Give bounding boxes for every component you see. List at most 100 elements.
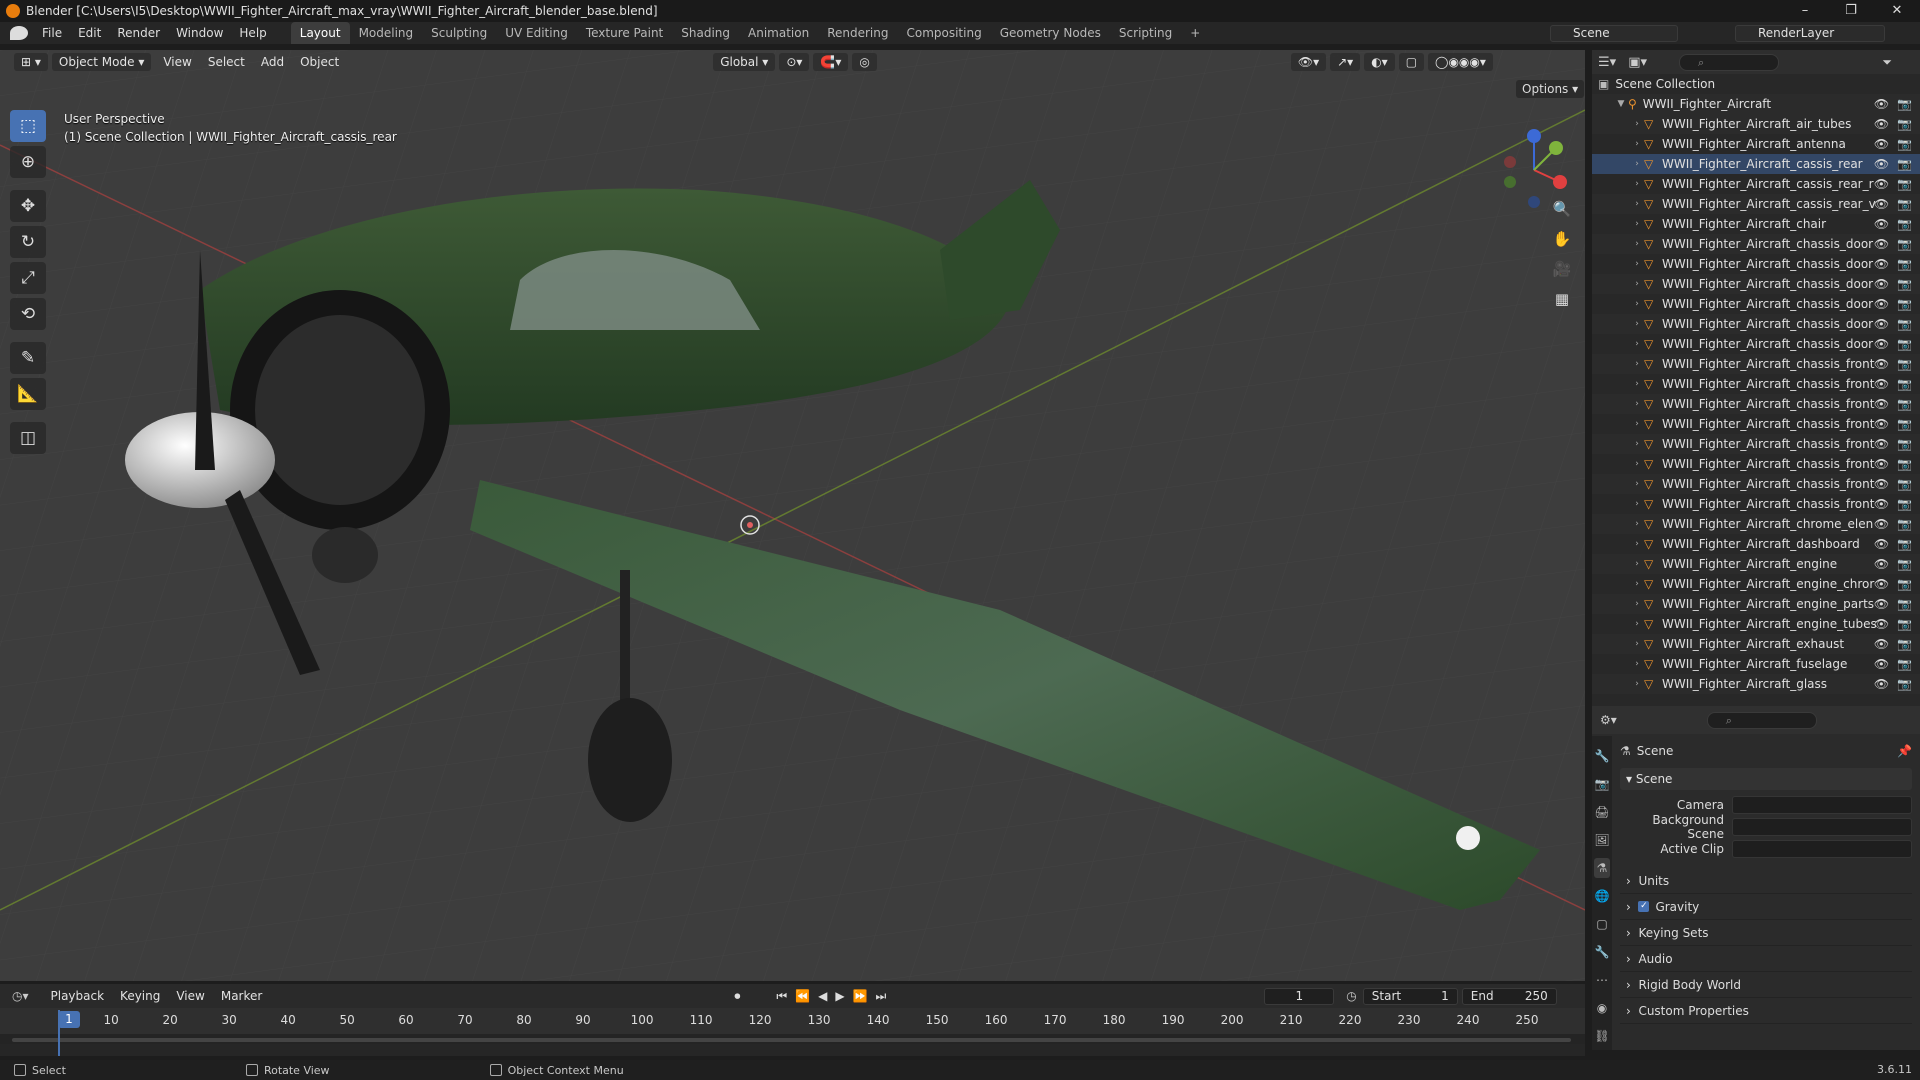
outliner-item[interactable]: › ▽ WWII_Fighter_Aircraft_cassis_rear_r 👁 📷 (1592, 174, 1920, 194)
expand-arrow-icon[interactable]: › (1630, 679, 1644, 689)
expand-arrow-icon[interactable]: › (1630, 559, 1644, 569)
eye-icon[interactable]: 👁 (1874, 297, 1889, 311)
eye-icon[interactable]: 👁 (1874, 437, 1889, 451)
output-tab-icon[interactable]: 🖨 (1594, 802, 1610, 822)
gizmo-toggle-icon[interactable]: ↗▾ (1330, 53, 1361, 71)
keying-sets-panel[interactable]: › Keying Sets (1620, 920, 1912, 946)
expand-arrow-icon[interactable]: › (1630, 519, 1644, 529)
tab-layout[interactable]: Layout (290, 22, 350, 44)
tab-animation[interactable]: Animation (739, 22, 818, 44)
expand-arrow-icon[interactable]: › (1630, 119, 1644, 129)
overlays-icon[interactable]: ◐▾ (1364, 53, 1395, 71)
menu-add[interactable]: Add (253, 51, 292, 73)
camera-render-icon[interactable]: 📷 (1897, 617, 1912, 631)
camera-render-icon[interactable]: 📷 (1897, 637, 1912, 651)
eye-icon[interactable]: 👁 (1874, 277, 1889, 291)
menu-playback[interactable]: Playback (43, 985, 113, 1007)
menu-keying[interactable]: Keying (112, 985, 168, 1007)
visibility-icon[interactable]: 👁▾ (1290, 53, 1327, 71)
object-tab-icon[interactable]: ▢ (1594, 914, 1610, 934)
outliner-item[interactable]: › ▽ WWII_Fighter_Aircraft_chassis_front 👁 📷 (1592, 494, 1920, 514)
tab-shading[interactable]: Shading (672, 22, 739, 44)
eye-icon[interactable]: 👁 (1874, 517, 1889, 531)
eye-icon[interactable]: 👁 (1874, 537, 1889, 551)
units-panel[interactable]: › Units (1620, 868, 1912, 894)
outliner-item[interactable]: › ▽ WWII_Fighter_Aircraft_chassis_door 👁 📷 (1592, 254, 1920, 274)
expand-arrow-icon[interactable]: › (1630, 419, 1644, 429)
display-mode-icon[interactable]: ▣▾ (1628, 55, 1647, 70)
expand-arrow-icon[interactable]: › (1630, 299, 1644, 309)
3d-viewport[interactable] (0, 50, 1585, 981)
active-clip-field[interactable] (1732, 840, 1912, 858)
camera-render-icon[interactable]: 📷 (1897, 297, 1912, 311)
camera-render-icon[interactable]: 📷 (1897, 457, 1912, 471)
world-tab-icon[interactable]: 🌐 (1594, 886, 1610, 906)
scene-tab-icon[interactable]: ⚗ (1594, 858, 1610, 878)
eye-icon[interactable]: 👁 (1874, 137, 1889, 151)
properties-editor-icon[interactable]: ⚙▾ (1600, 713, 1617, 727)
camera-render-icon[interactable]: 📷 (1897, 597, 1912, 611)
camera-render-icon[interactable]: 📷 (1897, 677, 1912, 691)
eye-icon[interactable]: 👁 (1874, 477, 1889, 491)
camera-render-icon[interactable]: 📷 (1897, 177, 1912, 191)
menu-select[interactable]: Select (200, 51, 253, 73)
eye-icon[interactable]: 👁 (1874, 417, 1889, 431)
outliner-item[interactable]: › ▽ WWII_Fighter_Aircraft_engine_tubes 👁 📷 (1592, 614, 1920, 634)
eye-icon[interactable]: 👁 (1874, 397, 1889, 411)
outliner-search-input[interactable]: ⌕ (1679, 53, 1779, 71)
camera-render-icon[interactable]: 📷 (1897, 337, 1912, 351)
outliner-item[interactable]: › ▽ WWII_Fighter_Aircraft_cassis_rear 👁 📷 (1592, 154, 1920, 174)
outliner-item[interactable]: › ▽ WWII_Fighter_Aircraft_fuselage 👁 📷 (1592, 654, 1920, 674)
outliner-item[interactable]: › ▽ WWII_Fighter_Aircraft_air_tubes 👁 📷 (1592, 114, 1920, 134)
expand-arrow-icon[interactable]: › (1630, 159, 1644, 169)
menu-render[interactable]: Render (109, 22, 168, 44)
outliner-item[interactable]: › ▽ WWII_Fighter_Aircraft_chassis_door 👁 📷 (1592, 234, 1920, 254)
expand-arrow-icon[interactable]: › (1630, 599, 1644, 609)
outliner-item[interactable]: › ▽ WWII_Fighter_Aircraft_chassis_front 👁 📷 (1592, 454, 1920, 474)
tool-tab-icon[interactable]: 🔧 (1594, 746, 1610, 766)
outliner-item[interactable]: › ▽ WWII_Fighter_Aircraft_engine_chror 👁 📷 (1592, 574, 1920, 594)
expand-arrow-icon[interactable]: › (1630, 259, 1644, 269)
outliner-item[interactable]: › ▽ WWII_Fighter_Aircraft_chassis_front 👁 📷 (1592, 474, 1920, 494)
expand-arrow-icon[interactable]: › (1630, 179, 1644, 189)
outliner-item[interactable]: › ▽ WWII_Fighter_Aircraft_chassis_front 👁 📷 (1592, 374, 1920, 394)
tab-modeling[interactable]: Modeling (350, 22, 423, 44)
outliner-item[interactable]: › ▽ WWII_Fighter_Aircraft_cassis_rear_v 👁 📷 (1592, 194, 1920, 214)
editor-type-button[interactable]: ⊞ ▾ (14, 53, 48, 71)
tab-texture-paint[interactable]: Texture Paint (577, 22, 672, 44)
expand-arrow-icon[interactable]: › (1630, 539, 1644, 549)
move-tool[interactable]: ✥ (10, 190, 46, 222)
physics-tab-icon[interactable]: ◉ (1594, 998, 1610, 1018)
eye-icon[interactable]: 👁 (1874, 217, 1889, 231)
eye-icon[interactable]: 👁 (1874, 317, 1889, 331)
minimize-button[interactable]: – (1782, 0, 1828, 22)
tab-compositing[interactable]: Compositing (897, 22, 990, 44)
outliner-item[interactable]: › ▽ WWII_Fighter_Aircraft_chassis_door 👁 📷 (1592, 334, 1920, 354)
camera-render-icon[interactable]: 📷 (1897, 197, 1912, 211)
object-mode-dropdown[interactable]: Object Mode ▾ (51, 53, 152, 71)
eye-icon[interactable]: 👁 (1874, 557, 1889, 571)
pin-icon[interactable]: 📌 (1897, 744, 1912, 758)
expand-arrow-icon[interactable]: › (1630, 339, 1644, 349)
expand-arrow-icon[interactable]: › (1630, 619, 1644, 629)
camera-render-icon[interactable]: 📷 (1897, 357, 1912, 371)
expand-arrow-icon[interactable]: › (1630, 479, 1644, 489)
transform-orientation-dropdown[interactable]: Global ▾ (713, 53, 776, 71)
outliner-editor-icon[interactable]: ☰▾ (1598, 55, 1616, 70)
expand-arrow-icon[interactable]: › (1630, 639, 1644, 649)
select-box-tool[interactable]: ⬚ (10, 110, 46, 142)
camera-render-icon[interactable]: 📷 (1897, 377, 1912, 391)
camera-render-icon[interactable]: 📷 (1897, 217, 1912, 231)
expand-arrow-icon[interactable]: › (1630, 379, 1644, 389)
outliner-item[interactable]: › ▽ WWII_Fighter_Aircraft_glass 👁 📷 (1592, 674, 1920, 694)
camera-render-icon[interactable]: 📷 (1897, 517, 1912, 531)
expand-arrow-icon[interactable]: › (1630, 499, 1644, 509)
expand-arrow-icon[interactable]: › (1630, 139, 1644, 149)
pan-hand-icon[interactable]: ✋ (1548, 226, 1576, 252)
eye-icon[interactable]: 👁 (1874, 197, 1889, 211)
shading-modes-icon[interactable]: ◯◉◉◉▾ (1428, 53, 1493, 71)
menu-timeline-view[interactable]: View (168, 985, 212, 1007)
current-frame-field[interactable]: 1 (1264, 987, 1335, 1005)
outliner-item[interactable]: › ▽ WWII_Fighter_Aircraft_antenna 👁 📷 (1592, 134, 1920, 154)
camera-render-icon[interactable]: 📷 (1897, 497, 1912, 511)
